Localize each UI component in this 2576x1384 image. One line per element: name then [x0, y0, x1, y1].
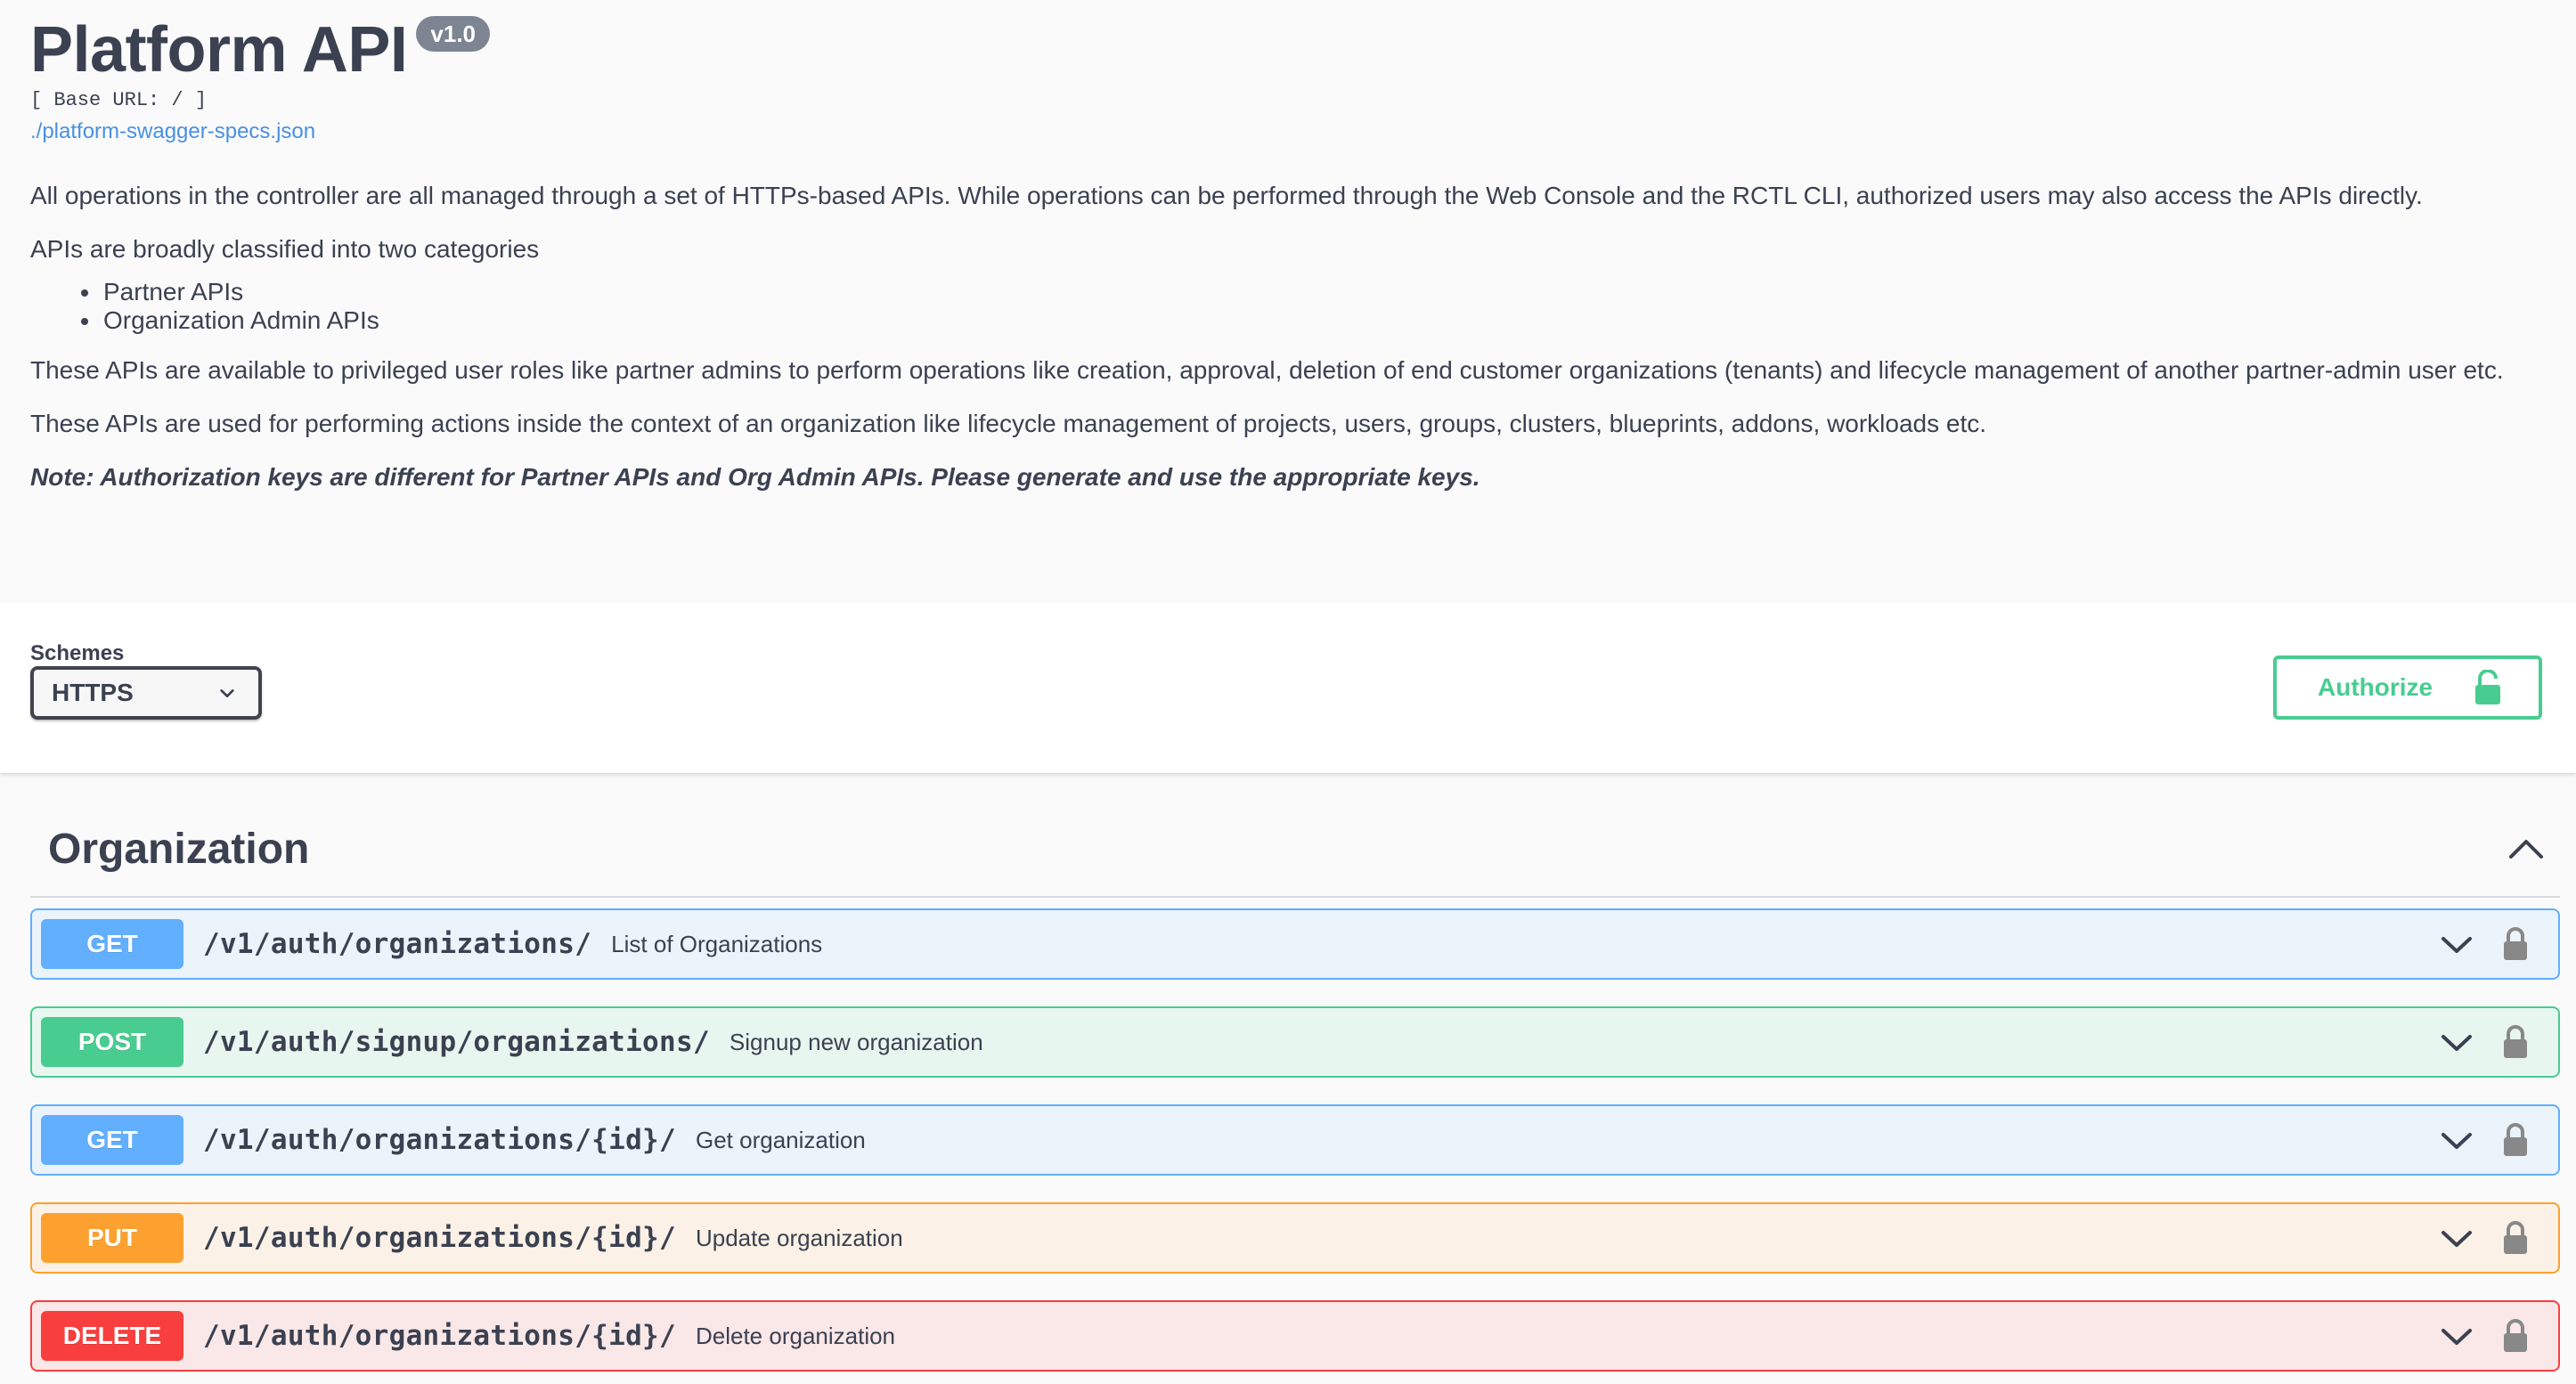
operation-path: /v1/auth/organizations/	[203, 928, 592, 960]
base-url: [ Base URL: / ]	[30, 89, 208, 111]
method-badge: PUT	[41, 1213, 183, 1263]
operation-summary: Signup new organization	[729, 1028, 983, 1055]
operation-path: /v1/auth/organizations/{id}/	[203, 1124, 676, 1156]
operation-delete-organization[interactable]: DELETE /v1/auth/organizations/{id}/ Dele…	[30, 1300, 2560, 1372]
title-row: Platform API v1.0	[30, 12, 491, 87]
api-title: Platform API	[30, 14, 408, 85]
tag-section-organization: Organization GET /v1/auth/organizations/…	[30, 802, 2560, 1372]
operation-get-organizations[interactable]: GET /v1/auth/organizations/ List of Orga…	[30, 908, 2560, 980]
authorize-label: Authorize	[2318, 673, 2433, 701]
method-badge: GET	[41, 919, 183, 969]
operation-summary: Update organization	[695, 1224, 903, 1251]
lock-icon[interactable]	[2503, 1122, 2528, 1158]
spec-file-link[interactable]: ./platform-swagger-specs.json	[30, 119, 315, 144]
operation-path: /v1/auth/organizations/{id}/	[203, 1222, 676, 1254]
chevron-down-icon[interactable]	[2441, 1229, 2473, 1249]
lock-open-icon	[2475, 670, 2500, 704]
scheme-container: Schemes HTTPS Authorize	[0, 602, 2576, 773]
api-description: All operations in the controller are all…	[30, 178, 2542, 513]
method-badge: POST	[41, 1017, 183, 1067]
operation-put-organization[interactable]: PUT /v1/auth/organizations/{id}/ Update …	[30, 1202, 2560, 1274]
schemes-label: Schemes	[30, 641, 125, 665]
operation-summary: List of Organizations	[611, 930, 823, 957]
chevron-down-icon[interactable]	[2441, 1033, 2473, 1053]
description-paragraph: These APIs are available to privileged u…	[30, 356, 2504, 384]
lock-icon[interactable]	[2503, 1318, 2528, 1354]
operation-path: /v1/auth/signup/organizations/	[203, 1026, 710, 1058]
schemes-selected-value: HTTPS	[52, 679, 134, 706]
chevron-down-icon[interactable]	[2441, 1327, 2473, 1347]
api-info: Platform API v1.0 [ Base URL: / ] ./plat…	[0, 0, 2576, 602]
operation-summary: Delete organization	[695, 1322, 896, 1349]
operation-path: /v1/auth/organizations/{id}/	[203, 1320, 676, 1352]
chevron-up-icon[interactable]	[2508, 837, 2544, 860]
category-item: Organization Admin APIs	[102, 306, 2542, 335]
operation-summary: Get organization	[695, 1126, 866, 1153]
category-list: Partner APIs Organization Admin APIs	[102, 278, 2542, 335]
category-item: Partner APIs	[102, 278, 2542, 306]
method-badge: DELETE	[41, 1311, 183, 1361]
tag-title: Organization	[48, 825, 310, 873]
tag-header[interactable]: Organization	[30, 802, 2560, 898]
lock-icon[interactable]	[2503, 1220, 2528, 1256]
lock-icon[interactable]	[2503, 926, 2528, 962]
authorize-button[interactable]: Authorize	[2273, 655, 2542, 720]
version-badge: v1.0	[416, 16, 491, 52]
description-paragraph: APIs are broadly classified into two cat…	[30, 235, 540, 263]
description-paragraph: These APIs are used for performing actio…	[30, 410, 1987, 437]
lock-icon[interactable]	[2503, 1024, 2528, 1060]
authorization-note: Note: Authorization keys are different f…	[30, 463, 1480, 491]
chevron-down-icon[interactable]	[2441, 935, 2473, 955]
operation-get-organization[interactable]: GET /v1/auth/organizations/{id}/ Get org…	[30, 1104, 2560, 1176]
chevron-down-icon	[220, 689, 234, 698]
schemes-select[interactable]: HTTPS	[30, 666, 262, 720]
description-paragraph: All operations in the controller are all…	[30, 182, 2423, 209]
operation-post-signup-organizations[interactable]: POST /v1/auth/signup/organizations/ Sign…	[30, 1006, 2560, 1078]
chevron-down-icon[interactable]	[2441, 1131, 2473, 1151]
method-badge: GET	[41, 1115, 183, 1165]
